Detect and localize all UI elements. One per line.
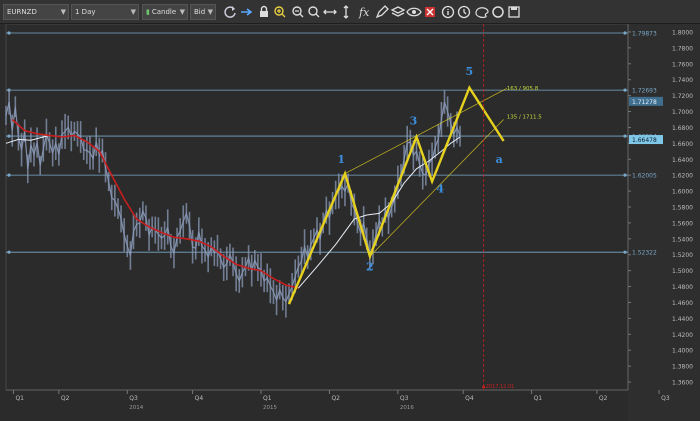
y-tick-label: 1.8000 [672,29,693,36]
level-handle [7,173,11,177]
year-label: 2014 [129,405,143,411]
y-tick-label: 1.5600 [672,220,693,227]
y-tick-label: 1.6200 [672,173,693,180]
level-handle [623,31,627,35]
y-tick-label: 1.5000 [672,268,693,275]
price-side-value: Bid [194,8,206,16]
symbol-select[interactable]: EURNZD ▼ [3,4,69,20]
y-tick-label: 1.3800 [672,364,693,371]
fit-width-icon[interactable] [322,4,338,20]
wave-label: 3 [410,114,418,127]
x-tick-label: Q3 [661,395,670,402]
y-tick-label: 1.3600 [672,380,693,387]
wave-label: 4 [436,183,444,196]
lock-icon[interactable] [256,4,272,20]
y-tick-label: 1.4200 [672,332,693,339]
x-tick-label: Q4 [465,395,474,402]
y-tick-label: 1.4400 [672,316,693,323]
y-tick-label: 1.7000 [672,109,693,116]
y-tick-label: 1.6600 [672,141,693,148]
layers-icon[interactable] [390,4,406,20]
chevron-down-icon: ▼ [60,8,66,16]
function-icon[interactable]: fx [356,4,372,20]
level-label: 1.72693 [632,88,657,95]
y-tick-label: 1.5800 [672,205,693,212]
level-handle [623,88,627,92]
chevron-down-icon: ▼ [179,8,185,16]
price-side-select[interactable]: Bid ▼ [190,4,216,20]
trading-platform-window: EURNZD ▼ 1 Day ▼ ▮ Candle ▼ Bid ▼ fx 1.80… [0,0,700,421]
zoom-out-icon[interactable] [290,4,306,20]
time-marker-dot [482,385,486,389]
x-tick-label: Q1 [263,395,272,402]
refresh-icon[interactable] [222,4,238,20]
marker-price-label: 1.71278 [632,99,657,106]
y-tick-label: 1.7600 [672,61,693,68]
candle-icon: ▮ [146,8,150,16]
chart-type-value: Candle [151,8,177,16]
y-tick-label: 1.4800 [672,284,693,291]
time-marker-label: 2017.12.01 [486,384,515,390]
timeframe-select[interactable]: 1 Day ▼ [71,4,139,20]
chevron-down-icon: ▼ [130,8,136,16]
fib-label: 135 / 1711.5 [507,115,543,121]
level-handle [623,250,627,254]
chart-type-select[interactable]: ▮ Candle ▼ [142,4,188,20]
level-handle [7,31,11,35]
price-chart[interactable]: 1.8000 1.7800 1.7600 1.7400 1.7200 1.7000 1.68… [0,24,700,421]
symbol-value: EURNZD [7,8,37,16]
year-label: 2015 [263,405,277,411]
wave-label: 1 [337,153,345,166]
zoom-in-icon[interactable] [272,4,288,20]
eye-icon[interactable] [406,4,422,20]
time-icon[interactable] [456,4,472,20]
x-tick-label: Q3 [400,395,409,402]
fit-height-icon[interactable] [338,4,354,20]
x-tick-label: Q2 [599,395,608,402]
level-label: 1.52322 [632,250,657,257]
x-tick-label: Q4 [195,395,204,402]
level-label: 1.62005 [632,173,657,180]
y-tick-label: 1.5400 [672,236,693,243]
circle-icon[interactable] [490,4,506,20]
zoom-fit-icon[interactable] [306,4,322,20]
delete-icon[interactable] [422,4,438,20]
year-label: 2016 [400,405,414,411]
x-tick-label: Q1 [15,395,24,402]
wave-label: a [496,153,503,166]
y-tick-label: 1.7400 [672,77,693,84]
level-handle [7,134,11,138]
y-tick-label: 1.6800 [672,125,693,132]
level-handle [623,173,627,177]
x-tick-label: Q3 [129,395,138,402]
level-handle [7,250,11,254]
x-tick-label: Q1 [534,395,543,402]
y-tick-label: 1.4000 [672,348,693,355]
pencil-icon[interactable] [374,4,390,20]
plot-area [5,24,629,391]
chevron-down-icon: ▼ [207,8,213,16]
level-label: 1.79873 [632,30,657,37]
timeframe-value: 1 Day [75,8,96,16]
crosshair-icon[interactable] [238,4,254,20]
current-price-label: 1.66478 [632,137,657,144]
y-tick-label: 1.7200 [672,93,693,100]
y-tick-label: 1.7800 [672,45,693,52]
y-tick-label: 1.6400 [672,157,693,164]
y-tick-label: 1.5200 [672,252,693,259]
level-handle [623,134,627,138]
y-tick-label: 1.6000 [672,189,693,196]
fib-label: 163 / 905.8 [507,86,539,92]
info-icon[interactable] [440,4,456,20]
wave-label: 5 [466,65,474,78]
svg-text:fx: fx [358,6,370,19]
chart-toolbar: EURNZD ▼ 1 Day ▼ ▮ Candle ▼ Bid ▼ fx [0,0,700,24]
y-tick-label: 1.4600 [672,300,693,307]
save-icon[interactable] [506,4,522,20]
x-tick-label: Q2 [331,395,340,402]
palette-icon[interactable] [474,4,490,20]
x-tick-label: Q2 [61,395,70,402]
wave-label: 2 [366,261,374,274]
